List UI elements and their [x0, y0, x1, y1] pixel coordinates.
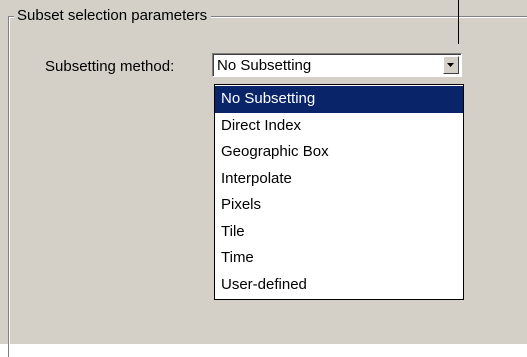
- subsetting-method-selected-value: No Subsetting: [217, 57, 312, 74]
- option-interpolate[interactable]: Interpolate: [215, 166, 463, 193]
- chevron-down-icon: [447, 62, 454, 67]
- option-geographic-box[interactable]: Geographic Box: [215, 139, 463, 166]
- option-pixels[interactable]: Pixels: [215, 192, 463, 219]
- subsetting-method-label: Subsetting method:: [45, 58, 175, 75]
- groupbox-title: Subset selection parameters: [14, 6, 212, 26]
- option-direct-index[interactable]: Direct Index: [215, 113, 463, 140]
- option-tile[interactable]: Tile: [215, 219, 463, 246]
- subsetting-method-select[interactable]: No Subsetting: [212, 53, 462, 77]
- subsetting-method-dropdown-list[interactable]: No Subsetting Direct Index Geographic Bo…: [214, 84, 464, 300]
- callout-pointer-line: [458, 0, 459, 44]
- dropdown-button[interactable]: [443, 56, 459, 74]
- option-time[interactable]: Time: [215, 245, 463, 272]
- option-no-subsetting[interactable]: No Subsetting: [215, 86, 463, 113]
- option-user-defined[interactable]: User-defined: [215, 272, 463, 299]
